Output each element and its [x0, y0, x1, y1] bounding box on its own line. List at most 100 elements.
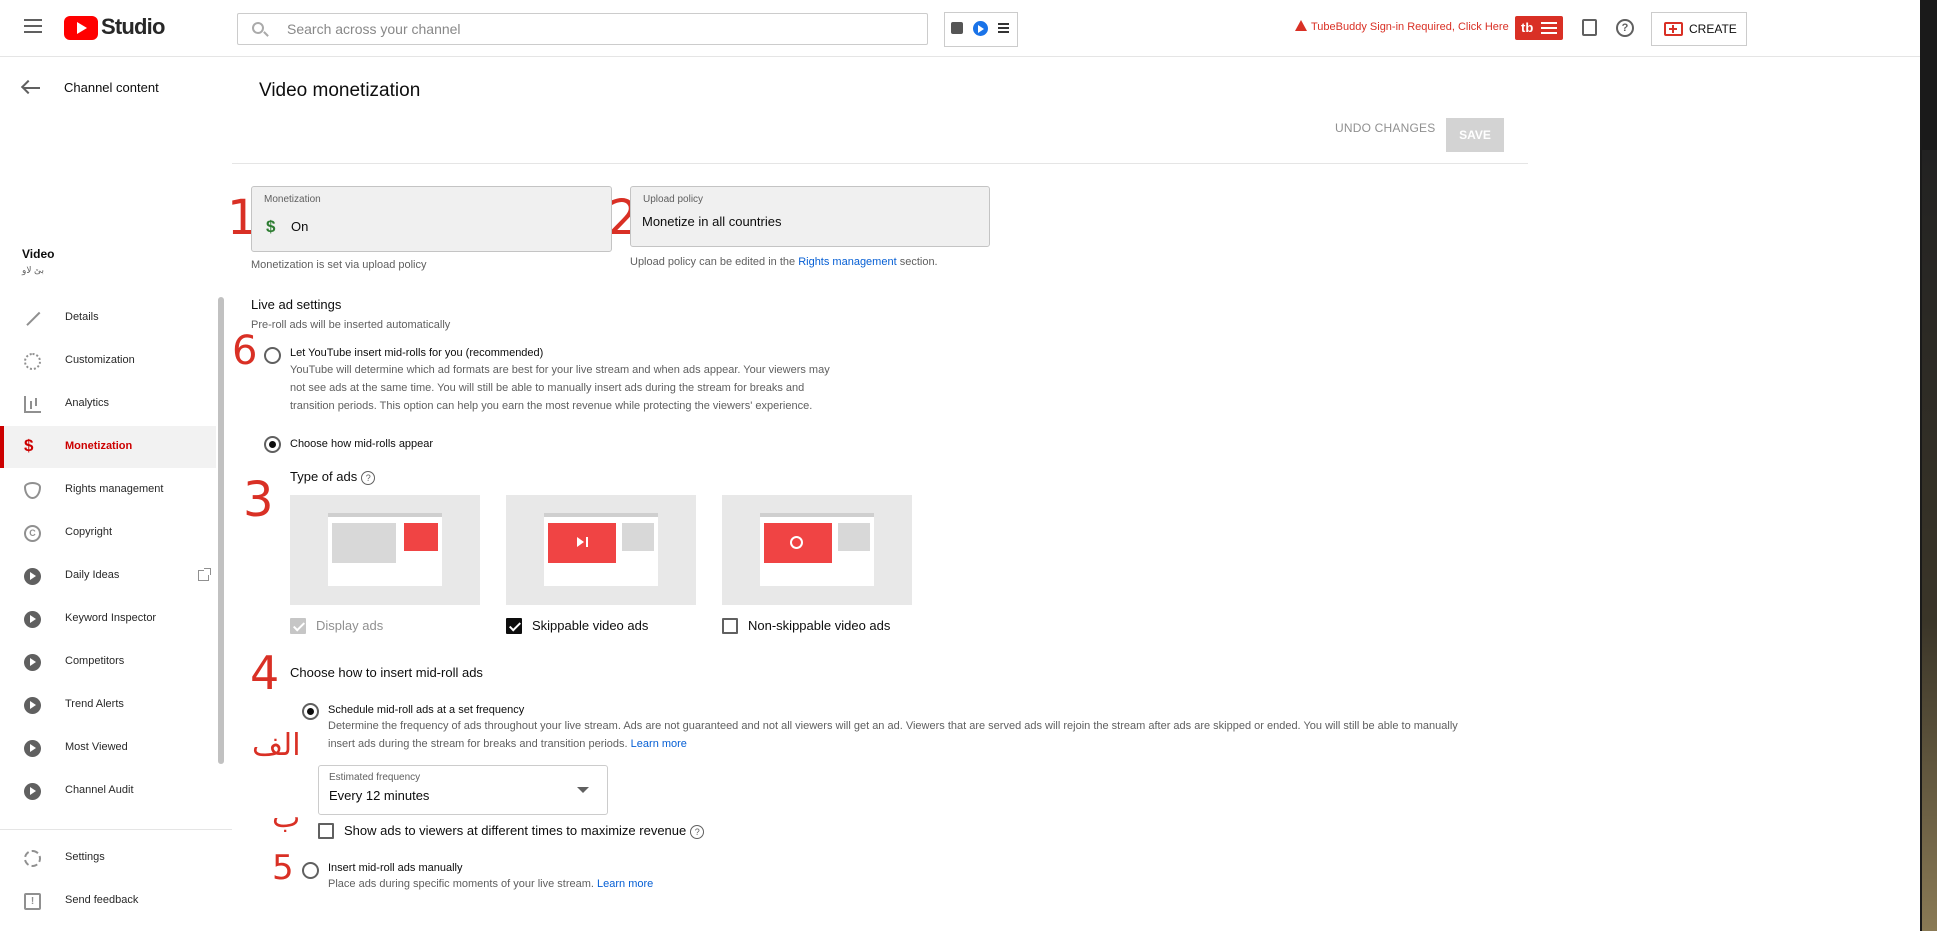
skippable-ad-side: [622, 523, 654, 551]
schedule-frequency-desc-1: Determine the frequency of ads throughou…: [328, 720, 1458, 732]
sidebar-item-label: Most Viewed: [65, 741, 128, 753]
sidebar-item-label: Settings: [65, 851, 105, 863]
sidebar-item-label: Daily Ideas: [65, 569, 120, 581]
skippable-ads-card[interactable]: [506, 495, 696, 605]
sidebar-item-label: Competitors: [65, 655, 125, 667]
monetization-field[interactable]: Monetization $ On: [251, 186, 612, 252]
skip-bar: [586, 537, 588, 547]
sidebar-item-daily-ideas[interactable]: Daily Ideas: [0, 555, 216, 597]
tubebuddy-alert[interactable]: TubeBuddy Sign-in Required, Click Here: [1295, 20, 1509, 33]
display-ad-content: [332, 523, 396, 563]
video-subtitle: بێ لاو: [22, 265, 44, 275]
rights-management-link[interactable]: Rights management: [798, 256, 896, 268]
sidebar-item-most-viewed[interactable]: Most Viewed: [0, 727, 216, 769]
display-ads-card[interactable]: [290, 495, 480, 605]
desktop-background: [1922, 150, 1937, 931]
annotation-be: ب: [272, 800, 301, 835]
sidebar-item-settings[interactable]: Settings: [0, 837, 216, 879]
learn-more-link[interactable]: Learn more: [597, 878, 653, 890]
schedule-frequency-label[interactable]: Schedule mid-roll ads at a set frequency: [328, 704, 524, 716]
page-title: Video monetization: [259, 80, 421, 101]
insert-manually-radio[interactable]: [302, 862, 319, 879]
channel-content-link[interactable]: Channel content: [64, 80, 159, 95]
sidebar-item-copyright[interactable]: C Copyright: [0, 512, 216, 554]
display-ads-label: Display ads: [316, 618, 384, 633]
learn-more-link[interactable]: Learn more: [631, 738, 687, 750]
back-arrow-icon[interactable]: [24, 87, 40, 89]
annotation-5: 5: [272, 848, 294, 888]
schedule-desc-text: insert ads during the stream for breaks …: [328, 738, 628, 750]
extension-icon[interactable]: [951, 22, 963, 34]
tubebuddy-icon: [24, 568, 41, 585]
undo-changes-button[interactable]: UNDO CHANGES: [1335, 121, 1435, 135]
stagger-ads-checkbox[interactable]: [318, 823, 334, 839]
tubebuddy-icon: [24, 654, 41, 671]
choose-midroll-label[interactable]: Choose how mid-rolls appear: [290, 438, 433, 450]
sidebar-scrollbar[interactable]: [218, 297, 224, 764]
frequency-label: Estimated frequency: [329, 772, 421, 783]
list-icon[interactable]: [998, 23, 1009, 35]
auto-midroll-desc-2: not see ads at the same time. You will s…: [290, 382, 805, 394]
sidebar-item-label: Rights management: [65, 483, 164, 495]
tubebuddy-icon: [24, 611, 41, 628]
menu-icon[interactable]: [24, 19, 42, 33]
create-button[interactable]: CREATE: [1651, 12, 1747, 46]
search-icon: [252, 22, 264, 34]
estimated-frequency-select[interactable]: Estimated frequency Every 12 minutes: [318, 765, 608, 815]
display-ads-checkbox[interactable]: [290, 618, 306, 634]
app-name[interactable]: Studio: [101, 14, 165, 40]
sidebar-item-send-feedback[interactable]: ! Send feedback: [0, 880, 216, 922]
save-button[interactable]: SAVE: [1446, 118, 1504, 152]
sidebar-divider: [0, 829, 232, 830]
sidebar-item-trend-alerts[interactable]: Trend Alerts: [0, 684, 216, 726]
auto-midroll-radio[interactable]: [264, 347, 281, 364]
nonskippable-ads-label: Non-skippable video ads: [748, 618, 891, 633]
top-bar: Studio TubeBuddy Sign-in Required, Click…: [0, 0, 1920, 57]
auto-midroll-desc-1: YouTube will determine which ad formats …: [290, 364, 830, 376]
insert-midroll-title: Choose how to insert mid-roll ads: [290, 665, 483, 680]
choose-midroll-radio[interactable]: [264, 436, 281, 453]
nonskippable-ad-preview: [760, 513, 874, 586]
sidebar-item-label: Keyword Inspector: [65, 612, 157, 624]
help-icon[interactable]: ?: [1616, 19, 1634, 37]
dollar-icon: $: [266, 217, 276, 236]
youtube-logo-icon[interactable]: [64, 16, 98, 40]
play-extension-icon[interactable]: [973, 21, 988, 36]
annotation-alef: الف: [252, 728, 301, 763]
create-label: CREATE: [1689, 22, 1737, 36]
schedule-frequency-radio[interactable]: [302, 703, 319, 720]
help-icon[interactable]: ?: [690, 824, 705, 839]
sidebar-item-analytics[interactable]: Analytics: [0, 383, 216, 425]
tubebuddy-menu-icon: [1541, 22, 1557, 37]
analytics-icon: [24, 396, 41, 413]
insert-manually-label[interactable]: Insert mid-roll ads manually: [328, 862, 463, 874]
type-of-ads-text: Type of ads: [290, 469, 358, 484]
upload-policy-field[interactable]: Upload policy Monetize in all countries: [630, 186, 990, 247]
sidebar-item-label: Channel Audit: [65, 784, 134, 796]
skip-icon: [577, 537, 584, 547]
feedback-icon[interactable]: [1582, 19, 1597, 36]
auto-midroll-desc-3: transition periods. This option can help…: [290, 400, 813, 412]
sidebar-item-rights-management[interactable]: Rights management: [0, 469, 216, 511]
dollar-icon: $: [24, 436, 34, 455]
sidebar-item-keyword-inspector[interactable]: Keyword Inspector: [0, 598, 216, 640]
auto-midroll-label[interactable]: Let YouTube insert mid-rolls for you (re…: [290, 347, 543, 359]
sidebar-item-channel-audit[interactable]: Channel Audit: [0, 770, 216, 812]
upload-policy-note-suffix: section.: [899, 256, 938, 268]
skippable-ads-checkbox[interactable]: [506, 618, 522, 634]
tubebuddy-button[interactable]: tb: [1515, 16, 1563, 40]
live-ad-settings-title: Live ad settings: [251, 297, 342, 312]
help-icon[interactable]: ?: [361, 470, 376, 485]
chevron-down-icon: [577, 787, 589, 793]
sidebar-item-competitors[interactable]: Competitors: [0, 641, 216, 683]
nonskippable-ads-card[interactable]: [722, 495, 912, 605]
shield-icon: [24, 482, 41, 499]
nonskippable-ads-checkbox[interactable]: [722, 618, 738, 634]
sidebar-item-customization[interactable]: Customization: [0, 340, 216, 382]
search-input[interactable]: [287, 14, 907, 44]
sidebar-item-details[interactable]: Details: [0, 297, 216, 339]
search-box[interactable]: [237, 13, 928, 45]
upload-policy-note: Upload policy can be edited in the Right…: [630, 256, 938, 268]
skippable-ad-preview: [544, 513, 658, 586]
sidebar-item-monetization[interactable]: $ Monetization: [0, 426, 216, 468]
